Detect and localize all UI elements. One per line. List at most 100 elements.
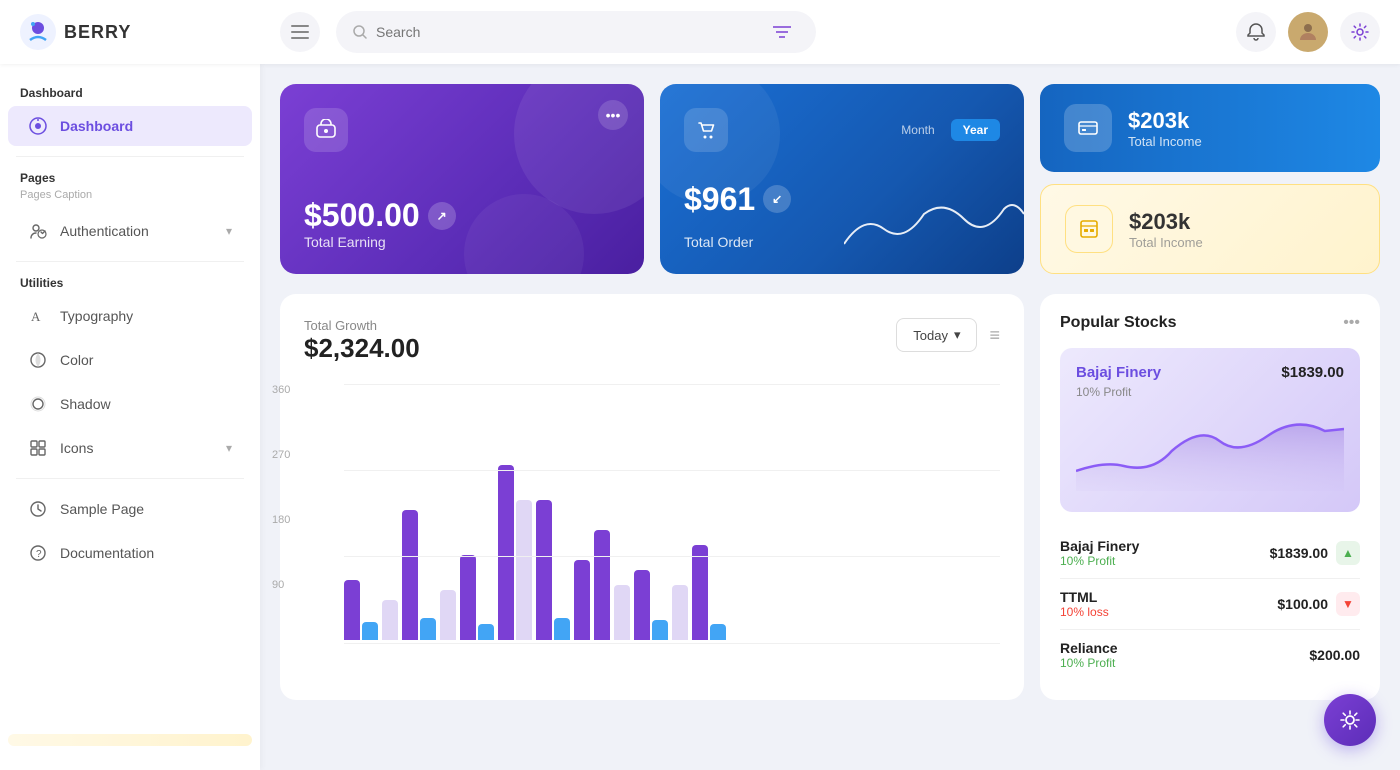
sidebar-item-icons[interactable]: Icons ▾ xyxy=(8,428,252,468)
sidebar-divider-1 xyxy=(16,156,244,157)
hamburger-button[interactable] xyxy=(280,12,320,52)
header: BERRY xyxy=(0,0,1400,64)
income-blue-amount: $203k xyxy=(1128,108,1202,134)
sidebar-authentication-label: Authentication xyxy=(60,223,214,239)
card-income-yellow: $203k Total Income xyxy=(1040,184,1380,274)
earning-card-menu[interactable]: ••• xyxy=(598,100,628,130)
svg-text:A: A xyxy=(31,309,41,324)
earning-trend-icon: ↗ xyxy=(428,202,456,230)
utilities-section-title: Utilities xyxy=(0,270,260,294)
bar xyxy=(460,555,476,640)
authentication-icon xyxy=(28,221,48,241)
sidebar-item-sample-page[interactable]: Sample Page xyxy=(8,489,252,529)
stock-list: Bajaj Finery 10% Profit $1839.00 ▲ TTML … xyxy=(1060,528,1360,680)
main-content: ••• $500.00 ↗ Total Earning xyxy=(260,64,1400,770)
header-right xyxy=(1236,12,1380,52)
income-blue-label: Total Income xyxy=(1128,134,1202,149)
stock-list-item: Bajaj Finery 10% Profit $1839.00 ▲ xyxy=(1060,528,1360,579)
bar xyxy=(594,530,610,640)
sidebar-item-dashboard[interactable]: Dashboard xyxy=(8,106,252,146)
sidebar-item-documentation[interactable]: ? Documentation xyxy=(8,533,252,573)
featured-stock: Bajaj Finery $1839.00 10% Profit xyxy=(1060,348,1360,512)
income-yellow-label: Total Income xyxy=(1129,235,1203,250)
stock-price-3: $200.00 xyxy=(1309,647,1360,663)
settings-button[interactable] xyxy=(1340,12,1380,52)
chart-amount: $2,324.00 xyxy=(304,333,420,364)
card-total-order: Month Year $961 ↙ Total Order xyxy=(660,84,1024,274)
bar xyxy=(614,585,630,640)
bar xyxy=(362,622,378,640)
sidebar-item-authentication[interactable]: Authentication ▾ xyxy=(8,211,252,251)
featured-stock-chart xyxy=(1076,411,1344,491)
period-month-tab[interactable]: Month xyxy=(889,119,946,141)
sidebar-item-color[interactable]: Color xyxy=(8,340,252,380)
period-tabs: Month Year xyxy=(889,119,1000,141)
sidebar-color-label: Color xyxy=(60,352,232,368)
bar xyxy=(516,500,532,640)
filter-button[interactable] xyxy=(764,14,800,50)
stocks-header: Popular Stocks ••• xyxy=(1060,314,1360,332)
today-chevron-icon: ▾ xyxy=(954,327,961,343)
stock-list-item: TTML 10% loss $100.00 ▼ xyxy=(1060,579,1360,630)
sidebar-dashboard-label: Dashboard xyxy=(60,118,232,134)
typography-icon: A xyxy=(28,306,48,326)
order-wave-chart xyxy=(844,194,1024,254)
color-icon xyxy=(28,350,48,370)
bar xyxy=(478,624,494,640)
logo-area: BERRY xyxy=(20,14,260,50)
dashboard-icon xyxy=(28,116,48,136)
stocks-title: Popular Stocks xyxy=(1060,314,1176,332)
dashboard-section-title: Dashboard xyxy=(0,80,260,104)
stock-price-2: $100.00 xyxy=(1277,596,1328,612)
sidebar-item-shadow[interactable]: Shadow xyxy=(8,384,252,424)
bar xyxy=(344,580,360,640)
sidebar-documentation-label: Documentation xyxy=(60,545,232,561)
icons-chevron: ▾ xyxy=(226,441,232,455)
sidebar-divider-3 xyxy=(16,478,244,479)
sidebar-shadow-label: Shadow xyxy=(60,396,232,412)
svg-text:?: ? xyxy=(36,549,42,560)
stock-badge-down-2: ▼ xyxy=(1336,592,1360,616)
pages-caption: Pages Caption xyxy=(0,189,260,209)
shadow-icon xyxy=(28,394,48,414)
stocks-menu-button[interactable]: ••• xyxy=(1343,314,1360,332)
stock-name-1: Bajaj Finery xyxy=(1060,538,1139,554)
chart-menu-button[interactable]: ≡ xyxy=(989,325,1000,346)
chart-title: Total Growth xyxy=(304,318,420,333)
bar xyxy=(710,624,726,640)
top-cards: ••• $500.00 ↗ Total Earning xyxy=(280,84,1380,274)
search-icon xyxy=(352,24,368,40)
card-total-earning: ••• $500.00 ↗ Total Earning xyxy=(280,84,644,274)
bar-chart-container: 360 270 180 90 xyxy=(304,384,1000,644)
bar xyxy=(382,600,398,640)
sidebar: Dashboard Dashboard Pages Pages Caption xyxy=(0,64,260,770)
avatar[interactable] xyxy=(1288,12,1328,52)
stock-price-1: $1839.00 xyxy=(1270,545,1328,561)
bar xyxy=(440,590,456,640)
bar xyxy=(536,500,552,640)
earning-card-icon xyxy=(304,108,348,152)
today-label: Today xyxy=(913,328,948,343)
pages-section-title: Pages xyxy=(0,165,260,189)
sidebar-divider-2 xyxy=(16,261,244,262)
today-button[interactable]: Today ▾ xyxy=(896,318,977,352)
period-year-tab[interactable]: Year xyxy=(951,119,1000,141)
sidebar-item-typography[interactable]: A Typography xyxy=(8,296,252,336)
featured-stock-name: Bajaj Finery xyxy=(1076,364,1161,381)
icons-icon xyxy=(28,438,48,458)
documentation-icon: ? xyxy=(28,543,48,563)
fab-button[interactable] xyxy=(1324,694,1376,746)
order-trend-icon: ↙ xyxy=(763,185,791,213)
card-income-blue: $203k Total Income xyxy=(1040,84,1380,172)
search-bar xyxy=(336,11,816,53)
stock-profit-3: 10% Profit xyxy=(1060,656,1118,670)
earning-label: Total Earning xyxy=(304,234,620,250)
bar xyxy=(634,570,650,640)
notification-button[interactable] xyxy=(1236,12,1276,52)
search-input[interactable] xyxy=(376,24,756,40)
bar xyxy=(402,510,418,640)
sample-page-icon xyxy=(28,499,48,519)
sidebar-icons-label: Icons xyxy=(60,440,214,456)
income-yellow-amount: $203k xyxy=(1129,209,1203,235)
order-card-icon xyxy=(684,108,728,152)
